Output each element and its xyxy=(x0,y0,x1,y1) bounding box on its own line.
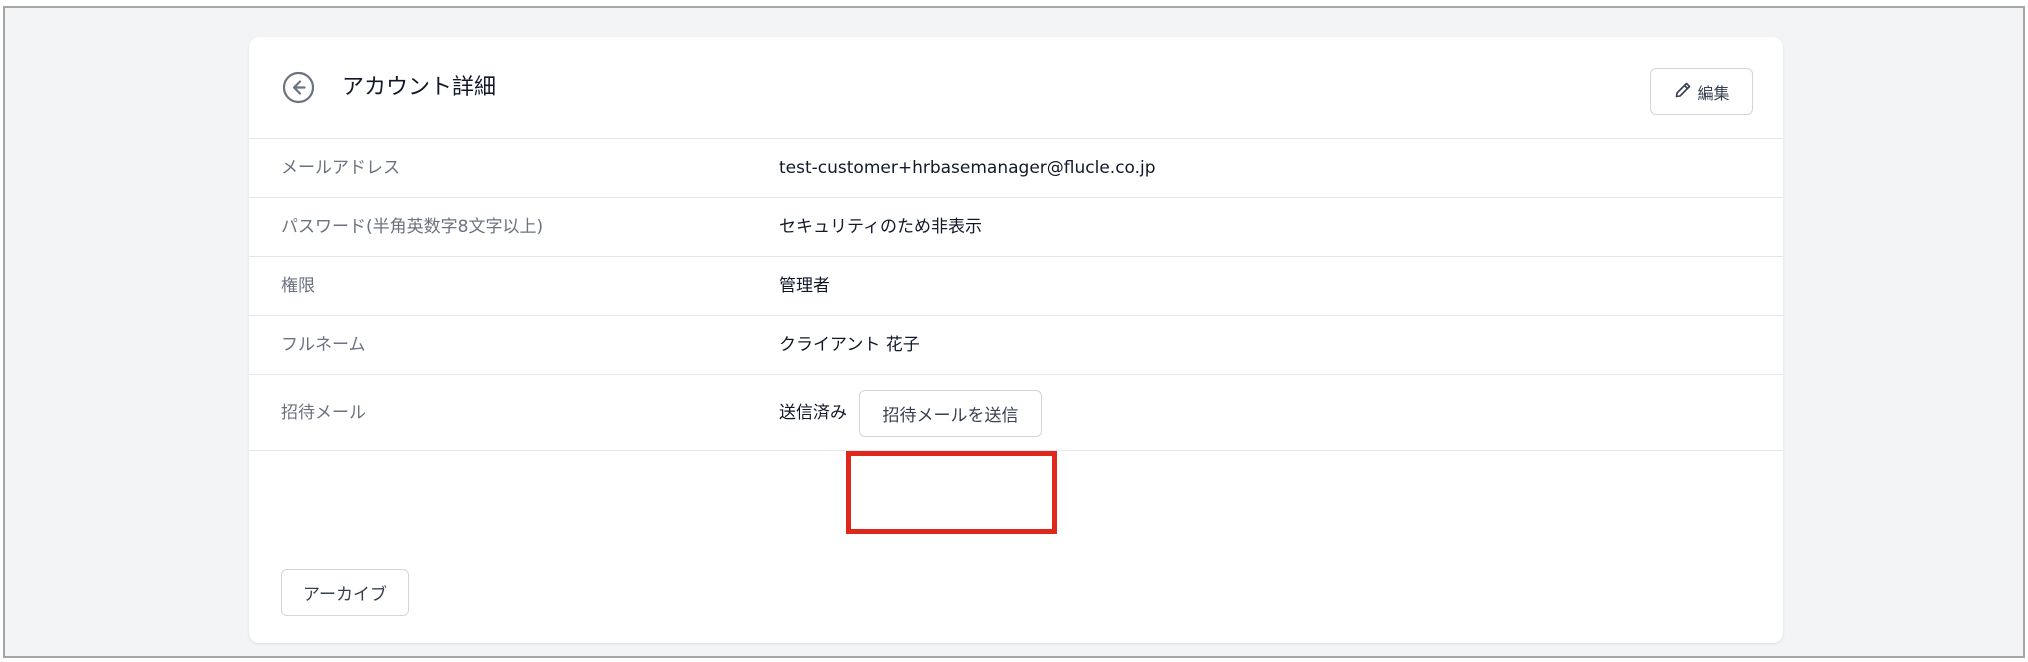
pencil-icon xyxy=(1673,80,1693,104)
email-value: test-customer+hrbasemanager@flucle.co.jp xyxy=(779,158,1156,178)
password-label: パスワード(半角英数字8文字以上) xyxy=(281,217,544,237)
role-value: 管理者 xyxy=(779,276,830,296)
edit-button[interactable]: 編集 xyxy=(1650,68,1753,115)
invite-status: 送信済み xyxy=(779,403,847,423)
email-label: メールアドレス xyxy=(281,158,400,178)
archive-button[interactable]: アーカイブ xyxy=(281,569,409,616)
invite-row: 招待メール 送信済み 招待メールを送信 xyxy=(249,375,1783,451)
email-row: メールアドレス test-customer+hrbasemanager@fluc… xyxy=(249,139,1783,198)
role-label: 権限 xyxy=(281,276,315,296)
page-title: アカウント詳細 xyxy=(342,75,497,100)
invite-label: 招待メール xyxy=(281,403,366,423)
card-header: アカウント詳細 編集 xyxy=(249,37,1783,139)
password-value: セキュリティのため非表示 xyxy=(779,217,982,237)
role-row: 権限 管理者 xyxy=(249,257,1783,316)
screenshot-frame: アカウント詳細 編集 メールアドレス test-customer+hrbasem… xyxy=(3,6,2025,658)
send-invite-button[interactable]: 招待メールを送信 xyxy=(859,390,1042,437)
fullname-value: クライアント 花子 xyxy=(779,335,920,355)
account-detail-card: アカウント詳細 編集 メールアドレス test-customer+hrbasem… xyxy=(249,37,1783,643)
highlight-box xyxy=(846,451,1057,534)
fullname-label: フルネーム xyxy=(281,335,366,355)
password-row: パスワード(半角英数字8文字以上) セキュリティのため非表示 xyxy=(249,198,1783,257)
fullname-row: フルネーム クライアント 花子 xyxy=(249,316,1783,375)
back-button[interactable] xyxy=(282,71,315,104)
edit-button-label: 編集 xyxy=(1697,83,1730,103)
arrow-left-circle-icon xyxy=(282,71,315,104)
